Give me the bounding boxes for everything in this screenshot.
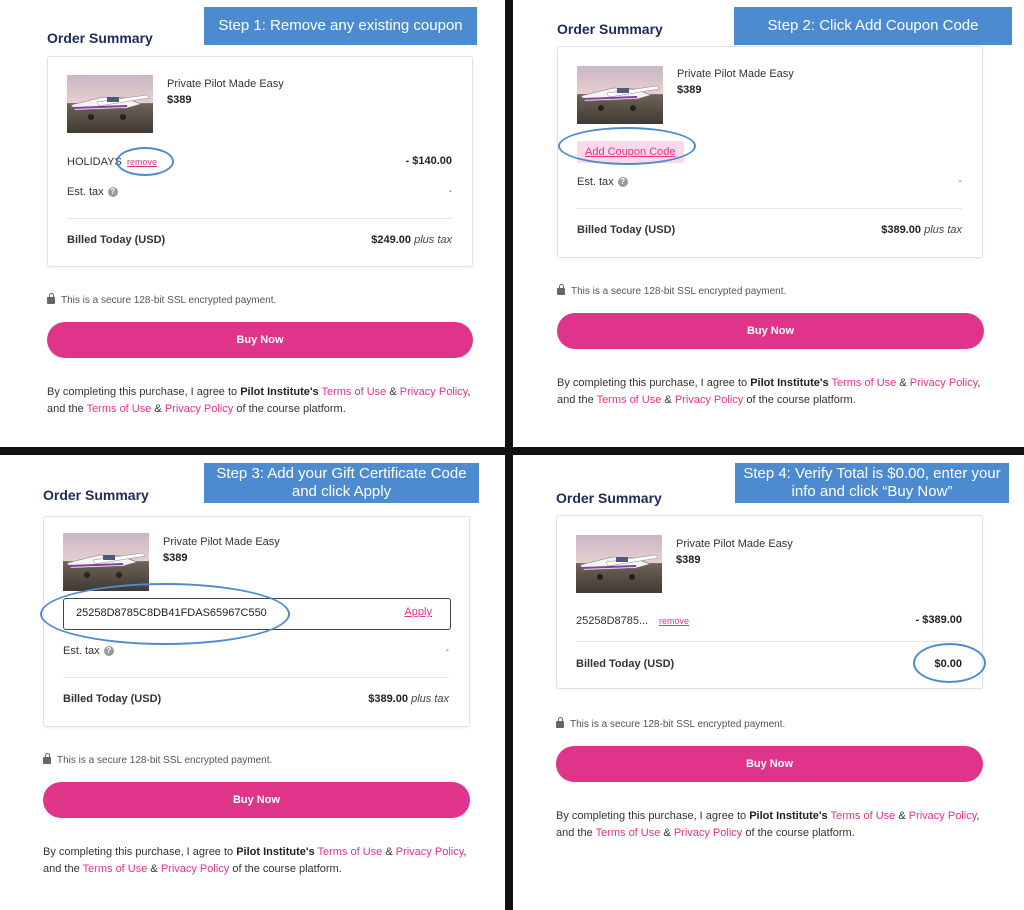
- billed-value: $249.00 plus tax: [371, 234, 452, 246]
- privacy-policy-link[interactable]: Privacy Policy: [165, 403, 233, 415]
- step-4-banner: Step 4: Verify Total is $0.00, enter you…: [735, 463, 1009, 503]
- terms-text: By completing this purchase, I agree to …: [556, 810, 980, 839]
- billed-label: Billed Today (USD): [67, 234, 166, 246]
- product-thumbnail: [576, 535, 662, 593]
- product-price: $389: [677, 84, 702, 96]
- est-tax-value: -: [448, 186, 452, 197]
- terms-of-use-link[interactable]: Terms of Use: [830, 810, 895, 822]
- highlight-ellipse: [913, 643, 986, 683]
- buy-now-button[interactable]: Buy Now: [43, 782, 470, 818]
- product-thumbnail: [63, 533, 149, 591]
- terms-of-use-link[interactable]: Terms of Use: [83, 863, 148, 875]
- terms-text: By completing this purchase, I agree to …: [47, 386, 471, 415]
- help-icon[interactable]: ?: [103, 646, 114, 657]
- discount-value: - $140.00: [405, 155, 452, 167]
- terms-of-use-link[interactable]: Terms of Use: [831, 377, 896, 389]
- step-2-banner: Step 2: Click Add Coupon Code: [734, 7, 1012, 45]
- secure-payment-note: This is a secure 128-bit SSL encrypted p…: [47, 293, 276, 306]
- divider: [577, 208, 962, 209]
- apply-button[interactable]: Apply: [404, 606, 432, 618]
- order-summary-title: Order Summary: [556, 490, 662, 506]
- secure-payment-note: This is a secure 128-bit SSL encrypted p…: [557, 284, 786, 297]
- billed-label: Billed Today (USD): [577, 224, 676, 236]
- est-tax-label: Est. tax?: [63, 645, 114, 657]
- product-name: Private Pilot Made Easy: [163, 536, 280, 548]
- privacy-policy-link[interactable]: Privacy Policy: [400, 386, 468, 398]
- step-2-panel: Step 2: Click Add Coupon Code Order Summ…: [513, 0, 1024, 447]
- terms-of-use-link[interactable]: Terms of Use: [321, 386, 386, 398]
- product-name: Private Pilot Made Easy: [676, 538, 793, 550]
- order-summary-title: Order Summary: [47, 30, 153, 46]
- terms-of-use-link[interactable]: Terms of Use: [596, 827, 661, 839]
- terms-of-use-link[interactable]: Terms of Use: [597, 394, 662, 406]
- lock-icon: [47, 293, 55, 304]
- product-name: Private Pilot Made Easy: [167, 78, 284, 90]
- billed-label: Billed Today (USD): [63, 693, 162, 705]
- discount-value: - $389.00: [915, 614, 962, 626]
- est-tax-label: Est. tax?: [577, 176, 628, 188]
- terms-of-use-link[interactable]: Terms of Use: [317, 846, 382, 858]
- privacy-policy-link[interactable]: Privacy Policy: [396, 846, 464, 858]
- help-icon[interactable]: ?: [617, 177, 628, 188]
- step-1-banner: Step 1: Remove any existing coupon: [204, 7, 477, 45]
- remove-coupon-link[interactable]: remove: [659, 616, 689, 626]
- order-summary-title: Order Summary: [43, 487, 149, 503]
- product-thumbnail: [577, 66, 663, 124]
- secure-payment-note: This is a secure 128-bit SSL encrypted p…: [556, 717, 785, 730]
- privacy-policy-link[interactable]: Privacy Policy: [910, 377, 978, 389]
- order-summary-title: Order Summary: [557, 21, 663, 37]
- product-price: $389: [167, 94, 192, 106]
- lock-icon: [557, 284, 565, 295]
- highlight-ellipse: [116, 147, 174, 176]
- highlight-ellipse: [558, 127, 696, 165]
- lock-icon: [43, 753, 51, 764]
- est-tax-value: -: [958, 176, 962, 187]
- billed-value: $389.00 plus tax: [881, 224, 962, 236]
- lock-icon: [556, 717, 564, 728]
- order-summary-card: Private Pilot Made Easy $389 HOLIDAYS re…: [47, 56, 473, 267]
- step-3-panel: Step 3: Add your Gift Certificate Code a…: [0, 455, 505, 910]
- step-1-panel: Step 1: Remove any existing coupon Order…: [0, 0, 505, 447]
- product-price: $389: [163, 552, 188, 564]
- privacy-policy-link[interactable]: Privacy Policy: [675, 394, 743, 406]
- secure-payment-note: This is a secure 128-bit SSL encrypted p…: [43, 753, 272, 766]
- buy-now-button[interactable]: Buy Now: [557, 313, 984, 349]
- coupon-label: HOLIDAYS: [67, 156, 122, 168]
- terms-text: By completing this purchase, I agree to …: [43, 846, 467, 875]
- buy-now-button[interactable]: Buy Now: [556, 746, 983, 782]
- terms-text: By completing this purchase, I agree to …: [557, 377, 981, 406]
- product-name: Private Pilot Made Easy: [677, 68, 794, 80]
- billed-label: Billed Today (USD): [576, 658, 675, 670]
- billed-value: $389.00 plus tax: [368, 693, 449, 705]
- step-3-banner: Step 3: Add your Gift Certificate Code a…: [204, 463, 479, 503]
- step-4-panel: Step 4: Verify Total is $0.00, enter you…: [513, 455, 1024, 910]
- divider: [67, 218, 452, 219]
- terms-of-use-link[interactable]: Terms of Use: [87, 403, 152, 415]
- buy-now-button[interactable]: Buy Now: [47, 322, 473, 358]
- coupon-label: 25258D8785...: [576, 615, 649, 627]
- product-price: $389: [676, 554, 701, 566]
- highlight-ellipse: [40, 583, 290, 645]
- est-tax-label: Est. tax?: [67, 186, 118, 198]
- est-tax-value: -: [445, 645, 449, 656]
- privacy-policy-link[interactable]: Privacy Policy: [909, 810, 977, 822]
- divider: [576, 641, 962, 642]
- product-thumbnail: [67, 75, 153, 133]
- help-icon[interactable]: ?: [107, 187, 118, 198]
- divider: [63, 677, 449, 678]
- privacy-policy-link[interactable]: Privacy Policy: [674, 827, 742, 839]
- privacy-policy-link[interactable]: Privacy Policy: [161, 863, 229, 875]
